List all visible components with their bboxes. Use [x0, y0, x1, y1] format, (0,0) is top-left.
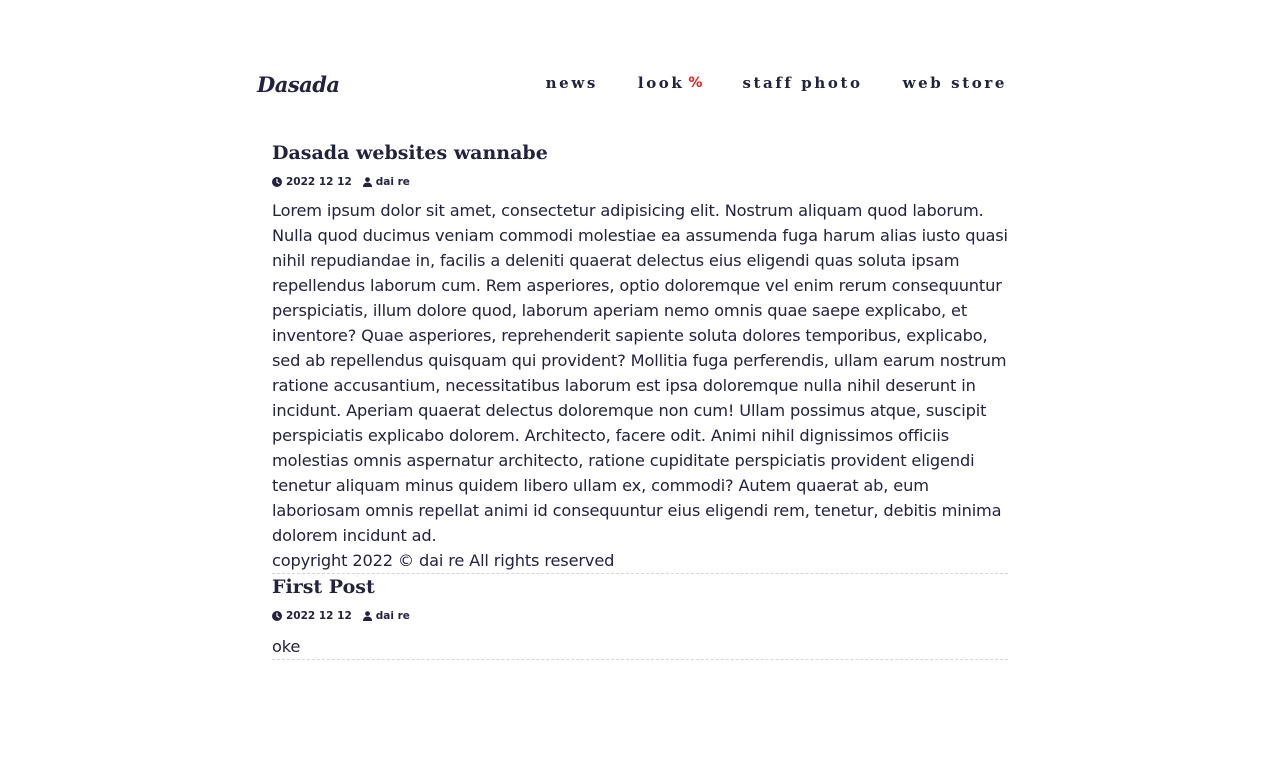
post-date: 2022 12 12 [272, 610, 352, 622]
post-body-text: oke [272, 637, 301, 656]
site-header: Dasada news look % staff photo web store [257, 60, 1007, 110]
site-logo[interactable]: Dasada [257, 72, 340, 97]
clock-icon [272, 177, 282, 187]
clock-icon [272, 611, 282, 621]
post-footer-copyright: copyright 2022 © dai re All rights reser… [272, 551, 615, 570]
post-list: Dasada websites wannabe 2022 12 12 dai r… [272, 140, 1008, 660]
post-item: Dasada websites wannabe 2022 12 12 dai r… [272, 140, 1008, 574]
post-title[interactable]: Dasada websites wannabe [272, 140, 548, 166]
nav-web-store[interactable]: web store [903, 74, 1007, 92]
nav-look-label: look [637, 74, 685, 92]
post-item: First Post 2022 12 12 dai re oke [272, 574, 1008, 660]
user-icon [362, 611, 372, 621]
post-date-text: 2022 12 12 [286, 610, 352, 622]
nav-look[interactable]: look % [638, 74, 703, 92]
post-date-text: 2022 12 12 [286, 176, 352, 188]
user-icon [362, 177, 372, 187]
post-body: oke [272, 634, 1008, 659]
post-meta: 2022 12 12 dai re [272, 606, 1008, 626]
post-meta: 2022 12 12 dai re [272, 172, 1008, 192]
nav-staff-photo-label: staff photo [742, 74, 863, 92]
post-title[interactable]: First Post [272, 574, 375, 600]
nav-news-label: news [545, 74, 598, 92]
post-author: dai re [362, 176, 410, 188]
nav-staff-photo[interactable]: staff photo [742, 74, 862, 92]
post-date: 2022 12 12 [272, 176, 352, 188]
nav-news[interactable]: news [546, 74, 598, 92]
post-author: dai re [362, 610, 410, 622]
main-nav: news look % staff photo web store [546, 74, 1007, 92]
post-author-text: dai re [375, 176, 410, 188]
nav-web-store-label: web store [902, 74, 1007, 92]
post-body-text: Lorem ipsum dolor sit amet, consectetur … [272, 201, 1008, 545]
post-author-text: dai re [375, 610, 410, 622]
nav-look-percent-badge: % [688, 75, 703, 91]
post-body: Lorem ipsum dolor sit amet, consectetur … [272, 198, 1008, 573]
